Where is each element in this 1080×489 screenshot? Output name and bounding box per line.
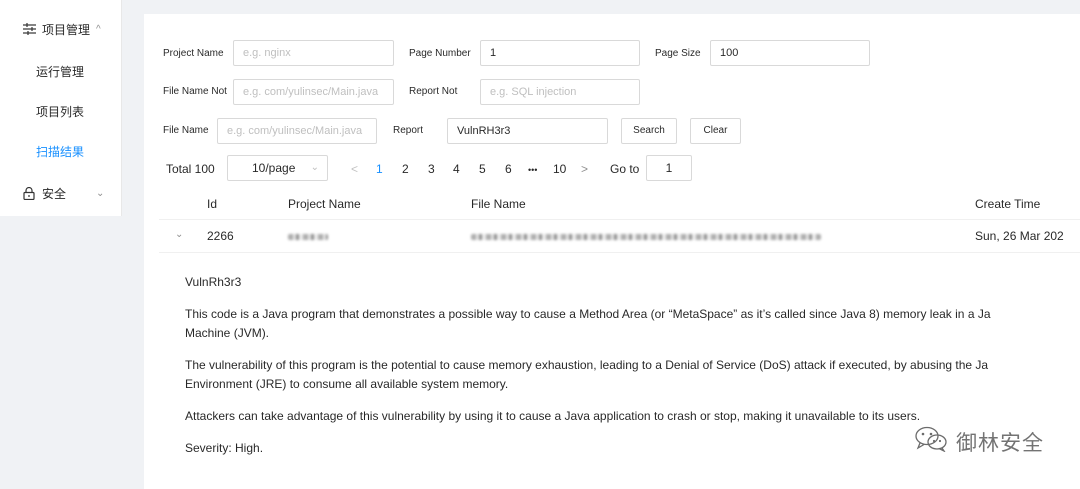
- page-10-button[interactable]: 10: [553, 162, 566, 176]
- page-2-button[interactable]: 2: [402, 162, 409, 176]
- clear-button[interactable]: Clear: [690, 118, 741, 144]
- detail-paragraph-3: Attackers can take advantage of this vul…: [185, 409, 921, 423]
- page-4-button[interactable]: 4: [453, 162, 460, 176]
- go-to-label: Go to: [610, 162, 640, 176]
- file-name-not-label: File Name Not: [163, 86, 227, 97]
- project-name-input[interactable]: e.g. nginx: [233, 40, 394, 66]
- expand-chevron-icon[interactable]: ⌄: [175, 229, 183, 240]
- report-label: Report: [393, 125, 424, 136]
- menu-group-security[interactable]: 安全 ⌄: [0, 182, 122, 204]
- row-id: 2266: [207, 229, 234, 243]
- chevron-up-icon: ^: [96, 23, 101, 35]
- menu-group-label: 安全: [42, 186, 67, 201]
- main-panel: Project Name e.g. nginx Page Number 1 Pa…: [144, 14, 1080, 489]
- page-6-button[interactable]: 6: [505, 162, 512, 176]
- sliders-icon: [22, 22, 36, 36]
- page-size-label: Page Size: [655, 48, 701, 59]
- menu-group-label: 项目管理: [42, 22, 91, 37]
- pagination-ellipsis[interactable]: •••: [528, 165, 537, 175]
- sidebar: 项目管理 ^ 运行管理 项目列表 扫描结果 安全 ⌄: [0, 0, 122, 216]
- watermark: 御林安全: [914, 426, 1044, 457]
- sidebar-item-run-management[interactable]: 运行管理: [36, 63, 84, 80]
- file-name-not-input[interactable]: e.g. com/yulinsec/Main.java: [233, 79, 394, 105]
- row-divider: [159, 252, 1080, 253]
- chevron-down-icon: ⌄: [96, 187, 105, 199]
- file-name-label: File Name: [163, 125, 209, 136]
- page-1-button[interactable]: 1: [376, 162, 383, 176]
- detail-paragraph-1-line-2: Machine (JVM).: [185, 326, 270, 340]
- pagination-total: Total 100: [166, 162, 215, 176]
- header-divider: [159, 219, 1080, 220]
- menu-group-project-management[interactable]: 项目管理 ^: [0, 18, 122, 40]
- row-project-name-redacted: [288, 234, 328, 240]
- watermark-text: 御林安全: [956, 430, 1044, 455]
- sidebar-item-scan-results[interactable]: 扫描结果: [36, 143, 84, 160]
- chevron-down-icon: ⌄: [310, 162, 319, 173]
- column-header-id: Id: [207, 197, 218, 211]
- row-file-name-redacted: [471, 234, 821, 240]
- page-number-input[interactable]: 1: [480, 40, 640, 66]
- sidebar-item-project-list[interactable]: 项目列表: [36, 103, 84, 120]
- row-create-time: Sun, 26 Mar 202: [975, 229, 1064, 243]
- go-to-input[interactable]: 1: [646, 155, 692, 181]
- page-3-button[interactable]: 3: [428, 162, 435, 176]
- project-name-label: Project Name: [163, 48, 224, 59]
- column-header-file-name: File Name: [471, 197, 526, 211]
- prev-page-button[interactable]: <: [351, 162, 358, 176]
- report-input[interactable]: VulnRH3r3: [447, 118, 608, 144]
- page-size-select[interactable]: 10/page ⌄: [227, 155, 328, 181]
- report-not-label: Report Not: [409, 86, 458, 97]
- next-page-button[interactable]: >: [581, 162, 588, 176]
- page-5-button[interactable]: 5: [479, 162, 486, 176]
- page-size-input[interactable]: 100: [710, 40, 870, 66]
- detail-paragraph-2-line-1: The vulnerability of this program is the…: [185, 358, 989, 372]
- column-header-project-name: Project Name: [288, 197, 361, 211]
- wechat-icon: [914, 426, 948, 457]
- detail-paragraph-1-line-1: This code is a Java program that demonst…: [185, 307, 991, 321]
- detail-title: VulnRh3r3: [185, 275, 242, 289]
- report-not-input[interactable]: e.g. SQL injection: [480, 79, 640, 105]
- search-button[interactable]: Search: [621, 118, 677, 144]
- detail-paragraph-2-line-2: Environment (JRE) to consume all availab…: [185, 377, 509, 391]
- lock-icon: [22, 186, 36, 200]
- page-size-select-value: 10/page: [252, 161, 296, 175]
- column-header-create-time: Create Time: [975, 197, 1041, 211]
- page-number-label: Page Number: [409, 48, 471, 59]
- file-name-input[interactable]: e.g. com/yulinsec/Main.java: [217, 118, 377, 144]
